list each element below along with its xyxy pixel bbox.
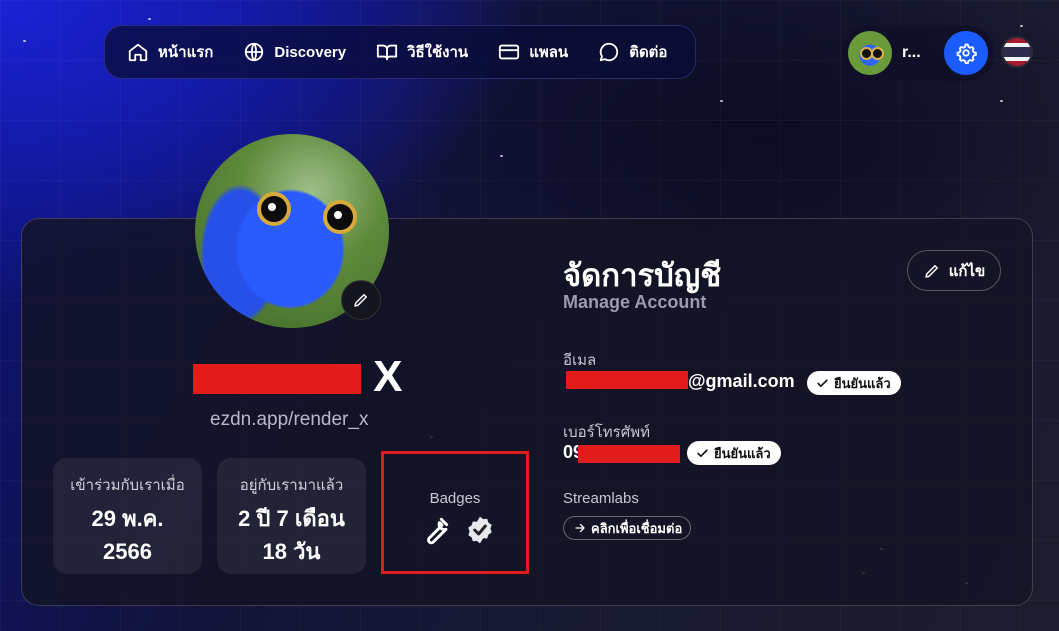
nav-plan[interactable]: แพลน (498, 40, 568, 64)
home-icon (128, 43, 148, 62)
redaction-username (193, 364, 361, 394)
streamlabs-label: Streamlabs (563, 490, 639, 507)
stat-joined-value-line1: 29 พ.ค. (91, 506, 164, 531)
stat-duration: อยู่กับเรามาแล้ว 2 ปี 7 เดือน 18 วัน (217, 458, 366, 574)
avatar-eye-left (257, 192, 291, 226)
nav-howto-label: วิธีใช้งาน (407, 44, 469, 61)
nav-discovery[interactable]: Discovery (243, 41, 346, 63)
user-menu[interactable]: r... (842, 25, 994, 81)
edit-account-button[interactable]: แก้ไข (907, 250, 1001, 291)
stat-joined-value: 29 พ.ค. 2566 (53, 502, 202, 568)
nav-home[interactable]: หน้าแรก (127, 40, 213, 64)
phone-verified-label: ยืนยันแล้ว (714, 445, 771, 461)
stat-duration-label: อยู่กับเรามาแล้ว (239, 477, 344, 494)
email-label: อีเมล (563, 352, 597, 369)
chat-icon (600, 42, 619, 62)
edit-account-label: แก้ไข (948, 262, 986, 280)
book-icon (377, 44, 398, 61)
phone-verified-badge: ยืนยันแล้ว (687, 441, 781, 465)
arrow-right-icon (575, 523, 585, 533)
stat-joined-value-line2: 2566 (103, 539, 152, 564)
redaction-phone (578, 445, 680, 463)
main-nav: หน้าแรก Discovery วิธีใช้งาน แพลน ติดต่อ (104, 25, 696, 79)
stat-duration-value-line2: 18 วัน (262, 539, 321, 564)
username-suffix: X (373, 352, 404, 401)
stat-duration-value-line1: 2 ปี 7 เดือน (238, 506, 345, 531)
gear-icon (956, 43, 977, 64)
email-verified-label: ยืนยันแล้ว (834, 375, 891, 391)
pencil-icon (354, 294, 367, 307)
globe-icon (245, 42, 264, 62)
stat-joined-label: เข้าร่วมกับเราเมื่อ (70, 477, 185, 494)
nav-home-label: หน้าแรก (158, 44, 214, 61)
email-value: @gmail.com (688, 371, 795, 391)
pencil-icon (924, 264, 938, 278)
avatar (848, 31, 892, 75)
wrench-icon[interactable] (420, 514, 452, 546)
user-short-name: r... (902, 44, 921, 61)
stat-duration-value: 2 ปี 7 เดือน 18 วัน (217, 502, 366, 568)
nav-contact-label: ติดต่อ (629, 44, 668, 61)
check-icon (697, 448, 708, 457)
badge-list (420, 514, 496, 546)
phone-label: เบอร์โทรศัพท์ (563, 424, 651, 441)
card-icon (499, 44, 520, 60)
badges-section: Badges (381, 451, 529, 574)
streamlabs-connect-label: คลิกเพื่อเชื่อมต่อ (591, 520, 683, 536)
language-flag-button[interactable] (1001, 36, 1033, 68)
manage-account-subtitle: Manage Account (563, 292, 707, 312)
avatar-edit-button[interactable] (341, 280, 381, 320)
nav-plan-label: แพลน (529, 44, 569, 61)
nav-howto[interactable]: วิธีใช้งาน (376, 40, 468, 64)
verified-badge-icon[interactable] (464, 514, 496, 546)
nav-discovery-label: Discovery (274, 43, 347, 61)
streamlabs-connect-button[interactable]: คลิกเพื่อเชื่อมต่อ (563, 516, 691, 540)
badges-title: Badges (429, 490, 481, 507)
avatar-eye-right (323, 200, 357, 234)
stat-joined: เข้าร่วมกับเราเมื่อ 29 พ.ค. 2566 (53, 458, 202, 574)
email-verified-badge: ยืนยันแล้ว (807, 371, 901, 395)
profile-url: ezdn.app/render_x (210, 409, 369, 430)
nav-contact[interactable]: ติดต่อ (598, 40, 667, 64)
settings-button[interactable] (944, 31, 988, 75)
redaction-email (566, 371, 688, 389)
check-icon (817, 378, 828, 387)
